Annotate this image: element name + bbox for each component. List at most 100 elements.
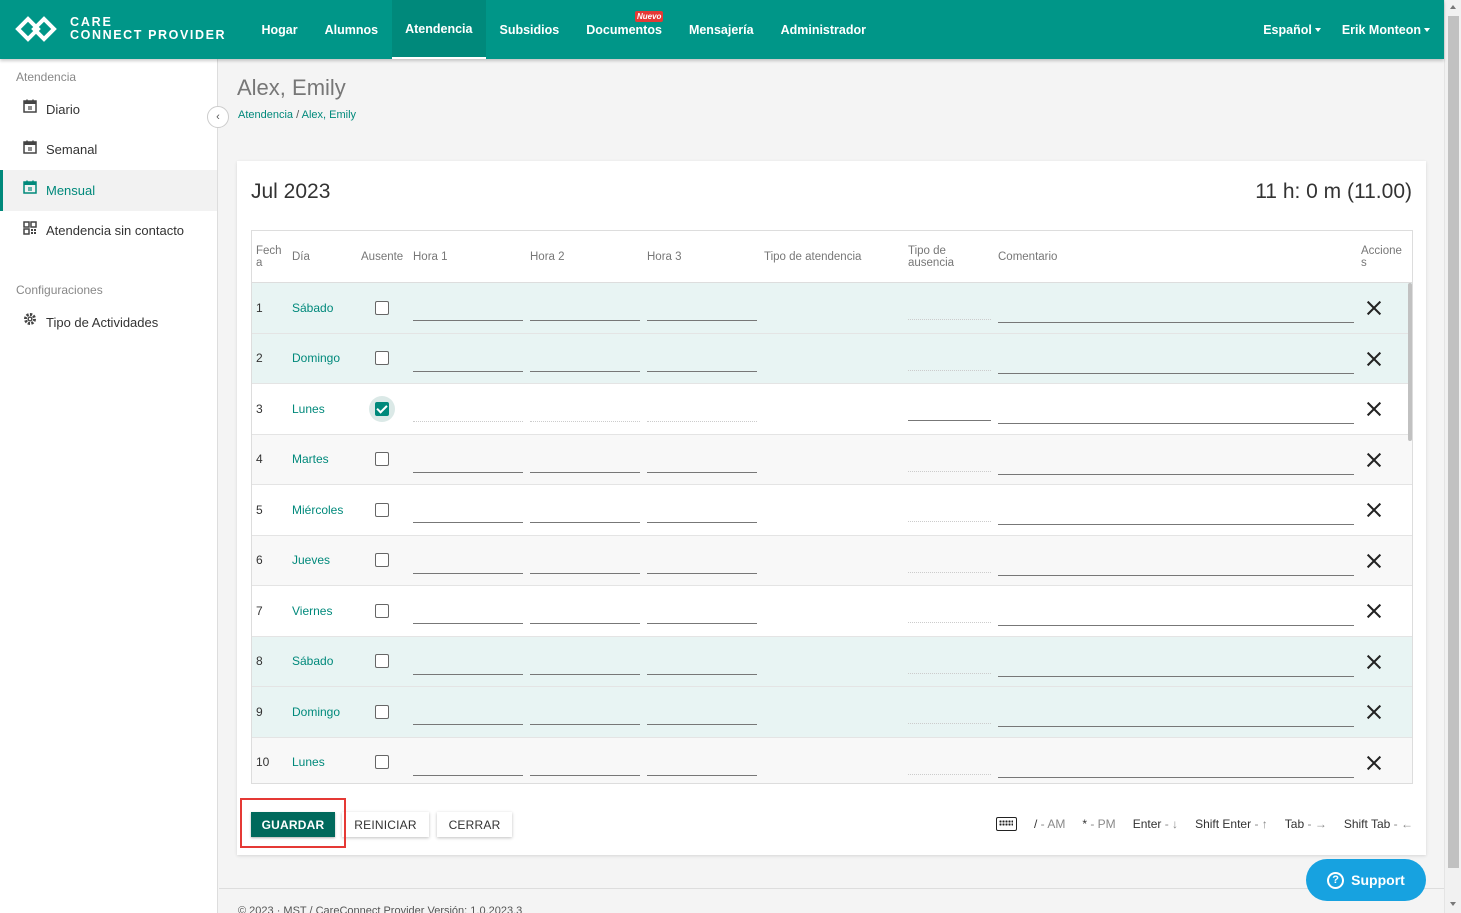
absent-checkbox[interactable] [375, 603, 389, 618]
absent-checkbox[interactable] [375, 755, 389, 770]
language-dropdown[interactable]: Español [1263, 23, 1321, 37]
comment-input[interactable] [998, 473, 1354, 475]
hora1-input[interactable] [413, 370, 523, 372]
nav-item-mensajeria[interactable]: Mensajería [675, 0, 767, 59]
absent-checkbox[interactable] [375, 351, 389, 366]
sidebar-item-semanal[interactable]: Semanal [0, 130, 217, 171]
sidebar-item-diario[interactable]: Diario [0, 89, 217, 130]
hora3-input[interactable] [647, 471, 757, 473]
cell-dia[interactable]: Domingo [292, 687, 340, 737]
close-icon[interactable] [1367, 756, 1381, 770]
hora1-input[interactable] [413, 774, 523, 776]
cell-dia[interactable]: Sábado [292, 283, 333, 333]
close-icon[interactable] [1367, 655, 1381, 669]
absent-checkbox[interactable] [375, 452, 389, 467]
absent-checkbox[interactable] [375, 401, 389, 416]
reset-button[interactable]: REINICIAR [342, 812, 429, 837]
close-button[interactable]: CERRAR [437, 812, 512, 837]
absent-checkbox[interactable] [375, 553, 389, 568]
close-icon[interactable] [1367, 453, 1381, 467]
hora3-input[interactable] [647, 623, 757, 624]
comment-input[interactable] [998, 625, 1354, 626]
sidebar-collapse-button[interactable]: ‹ [207, 106, 229, 128]
cell-ausente [375, 586, 389, 636]
hora3-input[interactable] [647, 320, 757, 321]
close-icon[interactable] [1367, 604, 1381, 618]
sidebar-item-atendencia-sin-contacto[interactable]: Atendencia sin contacto [0, 211, 217, 252]
nav-item-administrador[interactable]: Administrador [767, 0, 879, 59]
hora1-input[interactable] [413, 471, 523, 473]
hora3-input[interactable] [647, 522, 757, 523]
hora1-input[interactable] [413, 320, 523, 321]
scroll-down-icon[interactable] [1450, 902, 1456, 906]
hora1-input[interactable] [413, 572, 523, 574]
close-icon[interactable] [1367, 503, 1381, 517]
cell-dia[interactable]: Viernes [292, 586, 332, 636]
close-icon[interactable] [1367, 705, 1381, 719]
cell-dia[interactable]: Domingo [292, 334, 340, 384]
nav-item-hogar[interactable]: Hogar [248, 0, 311, 59]
shortcut-desc: - PM [1090, 817, 1116, 831]
cell-dia[interactable]: Martes [292, 435, 329, 485]
hora2-input[interactable] [530, 522, 640, 523]
table-scroll-thumb[interactable] [1408, 283, 1412, 441]
user-dropdown[interactable]: Erik Monteon [1342, 23, 1430, 37]
breadcrumb-parent-link[interactable]: Atendencia [238, 109, 293, 121]
hora3-input[interactable] [647, 724, 757, 725]
cell-dia[interactable]: Lunes [292, 738, 325, 784]
close-icon[interactable] [1367, 554, 1381, 568]
sidebar-item-tipo-de-actividades[interactable]: Tipo de Actividades [0, 302, 217, 343]
absent-checkbox[interactable] [375, 704, 389, 719]
nav-item-alumnos[interactable]: Alumnos [311, 0, 391, 59]
comment-input[interactable] [998, 322, 1354, 323]
comment-input[interactable] [998, 574, 1354, 576]
hora2-input[interactable] [530, 471, 640, 473]
comment-input[interactable] [998, 726, 1354, 727]
cell-fecha: 2 [256, 351, 263, 366]
comment-input[interactable] [998, 372, 1354, 374]
comment-input[interactable] [998, 776, 1354, 778]
page-scrollbar[interactable] [1444, 0, 1461, 913]
absent-checkbox[interactable] [375, 300, 389, 315]
comment-input[interactable] [998, 524, 1354, 525]
hora3-input[interactable] [647, 572, 757, 574]
close-icon[interactable] [1367, 352, 1381, 366]
hora1-input[interactable] [413, 623, 523, 624]
cell-dia[interactable]: Sábado [292, 637, 333, 687]
close-icon[interactable] [1367, 301, 1381, 315]
hora2-input[interactable] [530, 774, 640, 776]
hora2-input[interactable] [530, 623, 640, 624]
sidebar-section-atendencia: Atendencia [16, 70, 77, 84]
hora2-input[interactable] [530, 724, 640, 725]
hora1-input[interactable] [413, 522, 523, 523]
cell-dia[interactable]: Miércoles [292, 485, 343, 535]
cell-dia[interactable]: Jueves [292, 536, 330, 586]
hora2-input[interactable] [530, 370, 640, 372]
comment-input[interactable] [998, 675, 1354, 677]
hora2-input[interactable] [530, 673, 640, 675]
hora3-input[interactable] [647, 774, 757, 776]
shortcut-desc: - ← [1393, 817, 1413, 831]
comment-input[interactable] [998, 423, 1354, 424]
hora3-input[interactable] [647, 673, 757, 675]
support-button[interactable]: ? Support [1306, 859, 1426, 901]
absence-type-select[interactable] [908, 420, 991, 421]
sidebar-item-mensual[interactable]: Mensual [0, 170, 217, 211]
hora1-input[interactable] [413, 673, 523, 675]
absent-checkbox[interactable] [375, 654, 389, 669]
nav-item-subsidios[interactable]: Subsidios [486, 0, 573, 59]
hora1-input[interactable] [413, 724, 523, 725]
close-icon[interactable] [1367, 402, 1381, 416]
table-scrollbar[interactable] [1407, 283, 1412, 783]
hora2-input[interactable] [530, 320, 640, 321]
hora3-input[interactable] [647, 370, 757, 372]
absent-checkbox[interactable] [375, 502, 389, 517]
nav-item-documentos[interactable]: Documentos Nuevo [573, 0, 676, 59]
cell-dia[interactable]: Lunes [292, 384, 325, 434]
brand-logo[interactable]: CARE CONNECT PROVIDER [14, 15, 226, 43]
scroll-up-icon[interactable] [1450, 5, 1456, 9]
page-scroll-thumb[interactable] [1448, 16, 1459, 868]
nav-item-atendencia[interactable]: Atendencia [391, 0, 486, 59]
hora2-input[interactable] [530, 572, 640, 574]
save-button[interactable]: GUARDAR [251, 812, 335, 837]
